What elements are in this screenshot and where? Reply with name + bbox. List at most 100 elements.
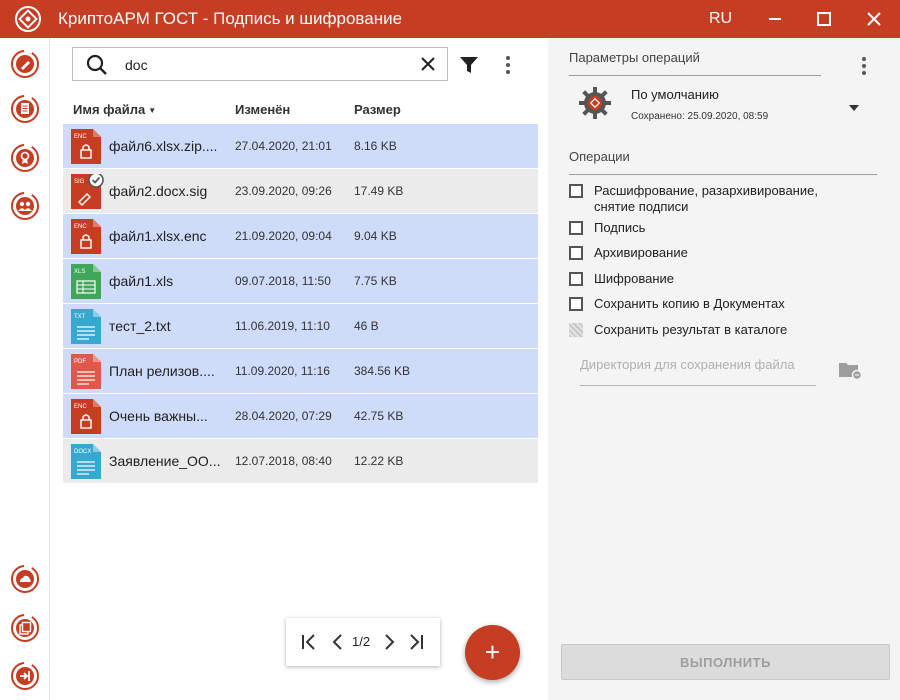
file-modified: 23.09.2020, 09:26 <box>235 184 332 198</box>
execute-button: ВЫПОЛНИТЬ <box>561 644 890 680</box>
chevron-right-icon <box>385 634 395 650</box>
svg-text:ENC: ENC <box>74 224 87 230</box>
table-row[interactable]: ENC файл1.xlsx.enc 21.09.2020, 09:04 9.0… <box>63 214 538 259</box>
file-modified: 27.04.2020, 21:01 <box>235 139 332 153</box>
file-name: Очень важны... <box>109 408 208 424</box>
file-name: файл6.xlsx.zip.... <box>109 138 218 154</box>
title-bar: КриптоАРМ ГОСТ - Подпись и шифрование RU <box>0 0 900 38</box>
sidebar-item-contacts[interactable] <box>9 190 41 222</box>
file-size: 8.16 KB <box>354 139 397 153</box>
next-page-button[interactable] <box>378 631 400 653</box>
enc-file-icon: ENC <box>71 129 101 164</box>
exit-icon <box>11 662 39 690</box>
file-modified: 09.07.2018, 11:50 <box>235 274 331 288</box>
txt-file-icon: TXT <box>71 309 101 344</box>
app-logo-icon <box>14 5 42 33</box>
file-size: 12.22 KB <box>354 454 404 468</box>
table-row[interactable]: ENC файл6.xlsx.zip.... 27.04.2020, 21:01… <box>63 124 538 169</box>
table-row[interactable]: DOCX Заявление_ОО... 12.07.2018, 08:40 1… <box>63 439 538 484</box>
enc-file-icon: ENC <box>71 219 101 254</box>
op-save-copy-label: Сохранить копию в Документах <box>594 296 785 311</box>
op-encrypt-checkbox[interactable] <box>569 272 583 286</box>
app-title: КриптоАРМ ГОСТ - Подпись и шифрование <box>58 9 403 28</box>
op-archive-checkbox[interactable] <box>569 246 583 260</box>
save-directory-field: Директория для сохранения файла <box>580 357 795 372</box>
table-row[interactable]: PDF План релизов.... 11.09.2020, 11:16 3… <box>63 349 538 394</box>
file-modified: 11.09.2020, 11:16 <box>235 364 330 378</box>
table-row[interactable]: TXT тест_2.txt 11.06.2019, 11:10 46 B <box>63 304 538 349</box>
op-archive-label: Архивирование <box>594 245 688 260</box>
add-file-button[interactable]: + <box>465 625 520 680</box>
svg-text:PDF: PDF <box>74 359 86 365</box>
filter-icon[interactable] <box>458 54 480 81</box>
svg-text:DOCX: DOCX <box>74 449 91 455</box>
file-name: файл2.docx.sig <box>109 183 208 199</box>
pdf-file-icon: PDF <box>71 354 101 389</box>
table-row[interactable]: ENC Очень важны... 28.04.2020, 07:29 42.… <box>63 394 538 439</box>
file-size: 7.75 KB <box>354 274 397 288</box>
pen-sign-icon <box>11 50 39 78</box>
sidebar-item-sign[interactable] <box>9 48 41 80</box>
file-size: 17.49 KB <box>354 184 404 198</box>
column-header-name[interactable]: Имя файла ▼ <box>73 102 156 117</box>
file-size: 42.75 KB <box>354 409 404 423</box>
column-header-size[interactable]: Размер <box>354 102 401 117</box>
sidebar-item-certificates[interactable] <box>9 142 41 174</box>
search-box <box>72 47 448 81</box>
maximize-button[interactable] <box>812 7 836 31</box>
op-decrypt-checkbox[interactable] <box>569 184 583 198</box>
column-header-name-label: Имя файла <box>73 102 146 117</box>
file-name: файл1.xlsx.enc <box>109 228 207 244</box>
column-header-modified[interactable]: Изменён <box>235 102 290 117</box>
operations-panel: Параметры операций По умолчанию Сохранен… <box>548 38 900 700</box>
op-sign-checkbox[interactable] <box>569 221 583 235</box>
file-modified: 12.07.2018, 08:40 <box>235 454 332 468</box>
svg-text:ENC: ENC <box>74 404 87 410</box>
profile-name: По умолчанию <box>631 87 719 102</box>
sidebar-item-cloud[interactable] <box>9 563 41 595</box>
title-divider <box>569 75 821 76</box>
sig-file-icon: SIG <box>71 172 104 209</box>
op-encrypt-label: Шифрование <box>594 271 674 286</box>
operations-title: Операции <box>569 149 630 164</box>
cloud-icon <box>11 565 39 593</box>
sidebar-item-documents[interactable] <box>9 93 41 125</box>
op-sign-label: Подпись <box>594 220 646 235</box>
clear-search-icon[interactable] <box>419 55 437 78</box>
pagination: 1/2 <box>286 618 440 666</box>
folder-icon <box>838 360 863 385</box>
close-window-button[interactable] <box>862 7 886 31</box>
prev-page-button[interactable] <box>327 631 349 653</box>
op-save-copy-checkbox[interactable] <box>569 297 583 311</box>
sidebar-item-documents-stack[interactable] <box>9 612 41 644</box>
search-icon[interactable] <box>85 53 109 82</box>
certificate-icon <box>11 144 39 172</box>
first-page-button[interactable] <box>298 631 320 653</box>
minimize-button[interactable] <box>763 7 787 31</box>
file-modified: 11.06.2019, 11:10 <box>235 319 330 333</box>
profile-saved-time: Сохранено: 25.09.2020, 08:59 <box>631 111 769 122</box>
table-row[interactable]: SIG файл2.docx.sig 23.09.2020, 09:26 17.… <box>63 169 538 214</box>
panel-more-icon[interactable] <box>856 56 872 81</box>
chevron-left-icon <box>332 634 342 650</box>
file-modified: 21.09.2020, 09:04 <box>235 229 332 243</box>
file-modified: 28.04.2020, 07:29 <box>235 409 332 423</box>
last-page-button[interactable] <box>405 631 427 653</box>
operations-params-title: Параметры операций <box>569 50 700 65</box>
documents-stack-icon <box>11 614 39 642</box>
table-row[interactable]: XLS файл1.xls 09.07.2018, 11:50 7.75 KB <box>63 259 538 304</box>
language-switch[interactable]: RU <box>709 10 732 28</box>
more-vertical-icon[interactable] <box>500 55 516 80</box>
svg-text:SIG: SIG <box>74 179 85 185</box>
file-list: ENC файл6.xlsx.zip.... 27.04.2020, 21:01… <box>63 124 538 484</box>
file-name: План релизов.... <box>109 363 215 379</box>
search-input[interactable] <box>125 55 405 75</box>
page-indicator: 1/2 <box>352 634 371 649</box>
profile-dropdown-icon[interactable] <box>848 99 860 117</box>
file-size: 384.56 KB <box>354 364 411 378</box>
gear-icon <box>578 86 612 125</box>
sidebar-item-exit[interactable] <box>9 660 41 692</box>
last-page-icon <box>410 634 423 650</box>
docx-file-icon: DOCX <box>71 444 101 479</box>
file-size: 9.04 KB <box>354 229 397 243</box>
